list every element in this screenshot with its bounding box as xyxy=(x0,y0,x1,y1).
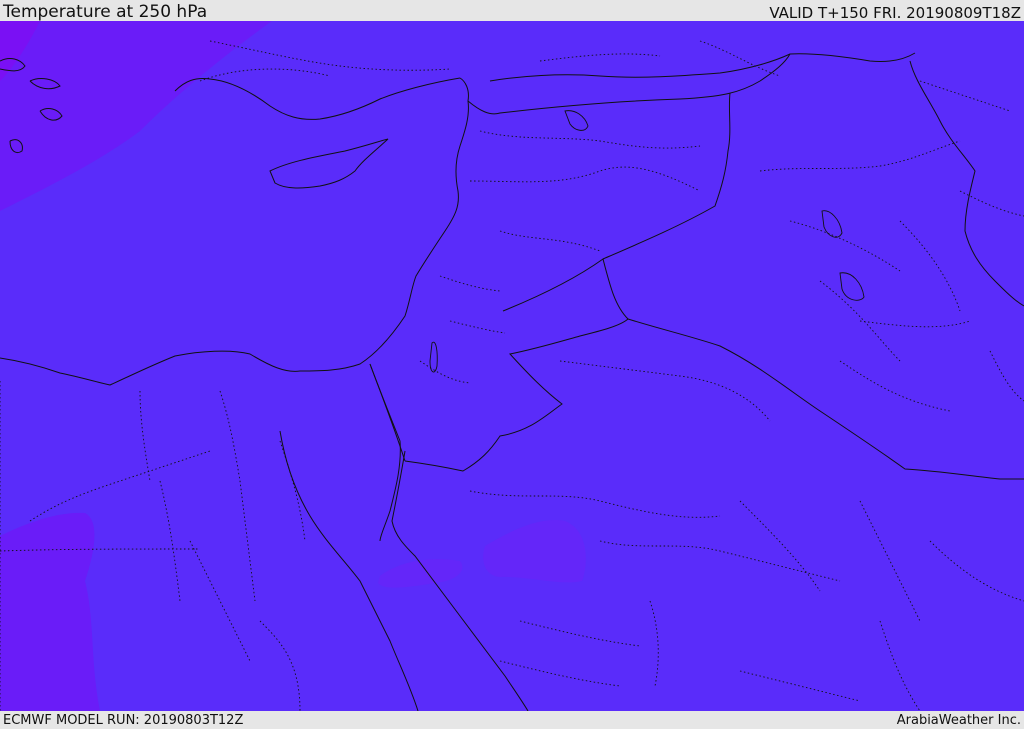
footer-bar: ECMWF MODEL RUN: 20190803T12Z ArabiaWeat… xyxy=(0,711,1024,729)
credit-label: ArabiaWeather Inc. xyxy=(896,713,1021,728)
model-run-label: ECMWF MODEL RUN: 20190803T12Z xyxy=(3,713,244,728)
valid-time: VALID T+150 FRI. 20190809T18Z xyxy=(769,4,1021,22)
temperature-contour-sw xyxy=(0,512,100,711)
map-canvas xyxy=(0,21,1024,711)
header-bar: Temperature at 250 hPa VALID T+150 FRI. … xyxy=(0,0,1024,21)
map-title: Temperature at 250 hPa xyxy=(3,2,208,22)
temperature-map xyxy=(0,21,1024,711)
temperature-field xyxy=(0,21,1024,711)
map-figure: Temperature at 250 hPa VALID T+150 FRI. … xyxy=(0,0,1024,729)
